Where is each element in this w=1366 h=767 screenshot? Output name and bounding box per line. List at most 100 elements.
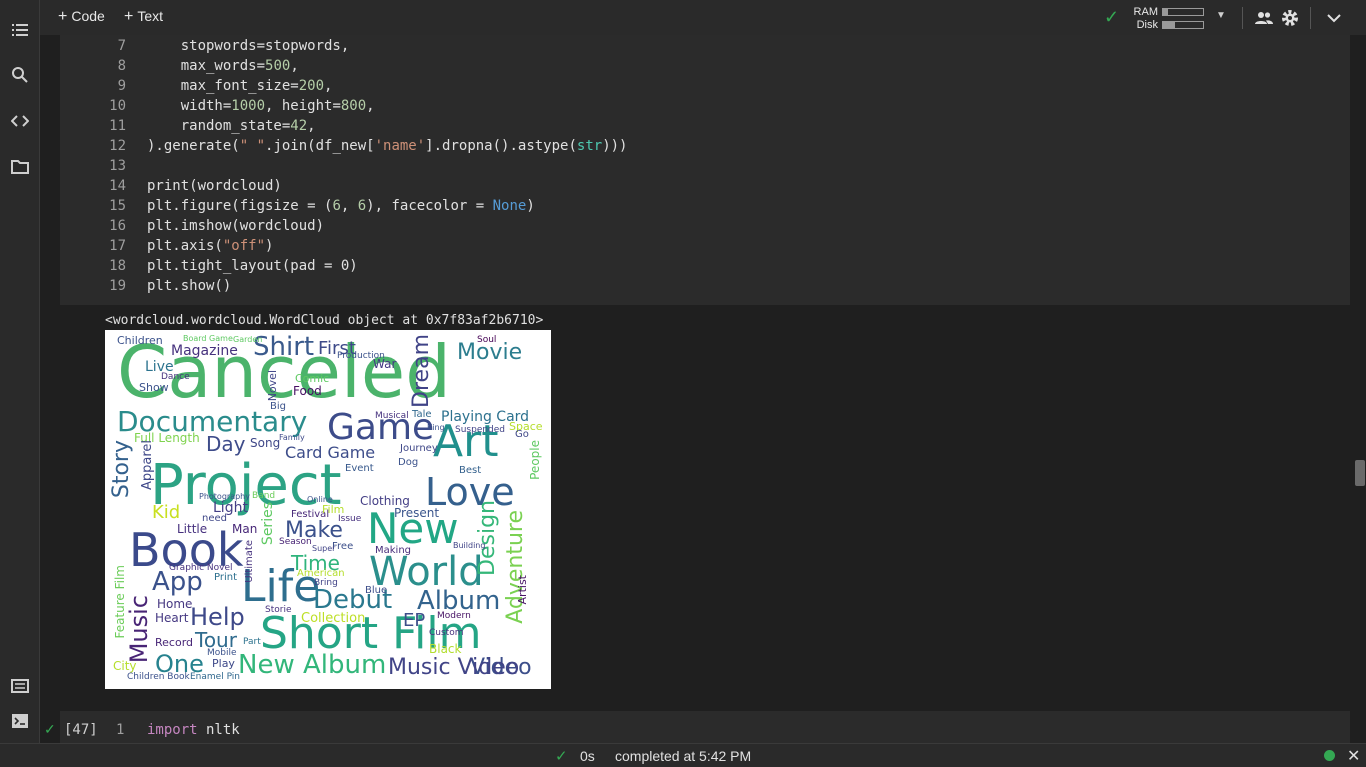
wordcloud-word: Season	[279, 537, 312, 547]
code-text: max_words=500,	[147, 58, 299, 74]
wordcloud-word: Modern	[437, 611, 471, 621]
wordcloud-word: Food	[293, 384, 322, 398]
wordcloud-word: Black	[429, 642, 462, 656]
resource-monitor[interactable]: ✓ RAM Disk ▼	[1104, 4, 1226, 31]
wordcloud-word: Production	[337, 351, 385, 361]
code-line[interactable]: import nltk	[147, 722, 240, 738]
code-line[interactable]: 13	[60, 156, 126, 176]
wordcloud-word: Card Game	[285, 443, 376, 462]
wordcloud-word: Artist	[516, 575, 529, 605]
code-line[interactable]: 7 stopwords=stopwords,	[60, 36, 350, 56]
code-line[interactable]: 11 random_state=42,	[60, 116, 315, 136]
wordcloud-word: King	[427, 423, 445, 432]
executed-check-icon: ✓	[44, 721, 56, 737]
collapse-chevron-icon[interactable]	[1324, 8, 1344, 28]
wordcloud-word: Music	[125, 595, 153, 664]
add-code-label: Code	[71, 8, 105, 24]
code-text: ).generate(" ".join(df_new['name'].dropn…	[147, 138, 628, 154]
wordcloud-word: Board Game	[183, 334, 233, 343]
add-text-button[interactable]: + Text	[124, 8, 163, 26]
line-number: 8	[117, 58, 126, 74]
settings-gear-icon[interactable]	[1280, 8, 1300, 28]
code-line[interactable]: 17 plt.axis("off")	[60, 236, 273, 256]
wordcloud-word: Story	[109, 440, 134, 499]
resource-dropdown-icon[interactable]: ▼	[1216, 10, 1226, 21]
files-icon[interactable]	[8, 155, 32, 179]
close-icon[interactable]: ✕	[1347, 746, 1360, 766]
ram-label: RAM	[1133, 6, 1158, 18]
wordcloud-word: Photography	[199, 492, 250, 501]
wordcloud-word: Collection	[301, 611, 366, 626]
code-line[interactable]: 8 max_words=500,	[60, 56, 299, 76]
notebook-scrollbar[interactable]	[1352, 35, 1366, 743]
code-line[interactable]: 10 width=1000, height=800,	[60, 96, 374, 116]
wordcloud-word: City	[113, 659, 137, 673]
wordcloud-word: Big	[270, 401, 286, 412]
wordcloud-word: Ultimate	[244, 540, 255, 583]
wordcloud-word: Go	[515, 429, 529, 440]
plus-icon: +	[58, 8, 68, 25]
code-text: stopwords=stopwords,	[147, 38, 350, 54]
scrollbar-thumb[interactable]	[1355, 460, 1365, 486]
wordcloud-word: Soul	[477, 335, 497, 345]
add-code-button[interactable]: + Code	[58, 8, 105, 26]
wordcloud-word: Comic	[295, 372, 330, 385]
code-line[interactable]: 9 max_font_size=200,	[60, 76, 333, 96]
code-line[interactable]: 12).generate(" ".join(df_new['name'].dro…	[60, 136, 627, 156]
wordcloud-word: Making	[375, 545, 412, 556]
share-people-icon[interactable]	[1254, 8, 1274, 28]
wordcloud-word: Storie	[265, 605, 292, 615]
wordcloud-word: Custom	[429, 628, 464, 638]
line-number: 13	[109, 158, 126, 174]
table-of-contents-icon[interactable]	[8, 18, 32, 42]
wordcloud-word: Magazine	[171, 343, 238, 359]
wordcloud-word: Novel	[266, 370, 279, 402]
add-text-label: Text	[137, 8, 164, 24]
disk-bar-fill	[1163, 22, 1175, 28]
code-text: width=1000, height=800,	[147, 98, 375, 114]
wordcloud-word: Design	[475, 500, 500, 576]
line-number: 18	[109, 258, 126, 274]
wordcloud-word: Apparel	[140, 440, 155, 491]
ram-bar-fill	[1163, 9, 1168, 15]
notebook-toolbar: + Code + Text ✓ RAM Disk ▼	[40, 0, 1366, 35]
wordcloud-word: Bring	[314, 578, 338, 588]
code-text: plt.tight_layout(pad = 0)	[147, 258, 358, 274]
wordcloud-word: Issue	[338, 514, 362, 524]
plus-icon: +	[124, 8, 134, 25]
code-snippets-icon[interactable]	[8, 109, 32, 133]
wordcloud-word: Adventure	[503, 510, 528, 624]
wordcloud-word: Little	[177, 522, 208, 536]
code-cell[interactable]: 7 stopwords=stopwords, 8 max_words=500, 9 …	[60, 35, 1350, 305]
wordcloud-word: Mobile	[207, 648, 237, 658]
command-palette-icon[interactable]	[8, 674, 32, 698]
import-keyword: import	[147, 722, 198, 738]
wordcloud-word: Tale	[412, 409, 432, 420]
code-line[interactable]: 15 plt.figure(figsize = (6, 6), facecolor…	[60, 196, 535, 216]
wordcloud-image: Canceled Project Book Short Film World Life Ne…	[105, 330, 551, 689]
disk-label: Disk	[1136, 19, 1158, 31]
wordcloud-word: Family	[279, 433, 305, 442]
next-code-cell[interactable]: ✓ [47] 1 import nltk	[44, 711, 1350, 743]
line-number: 1	[116, 722, 125, 738]
disk-bar	[1162, 21, 1204, 29]
wordcloud-word: Tour	[195, 628, 237, 652]
line-number: 14	[109, 178, 126, 194]
completion-time: completed at 5:42 PM	[615, 748, 752, 764]
wordcloud-word: Man	[232, 522, 258, 536]
ram-bar	[1162, 8, 1204, 16]
line-number: 19	[109, 278, 126, 294]
wordcloud-word: Print	[214, 572, 238, 583]
code-line[interactable]: 19 plt.show()	[60, 276, 231, 296]
runtime-status-dot	[1324, 750, 1335, 761]
code-line[interactable]: 16 plt.imshow(wordcloud)	[60, 216, 324, 236]
terminal-icon[interactable]	[8, 709, 32, 733]
code-line[interactable]: 14 print(wordcloud)	[60, 176, 282, 196]
toolbar-divider	[1310, 7, 1311, 29]
code-line[interactable]: 18 plt.tight_layout(pad = 0)	[60, 256, 358, 276]
wordcloud-word: Journey	[400, 443, 438, 454]
code-text: plt.axis("off")	[147, 238, 274, 254]
search-icon[interactable]	[8, 63, 32, 87]
wordcloud-word: Play	[212, 657, 235, 670]
import-target: nltk	[197, 722, 240, 738]
